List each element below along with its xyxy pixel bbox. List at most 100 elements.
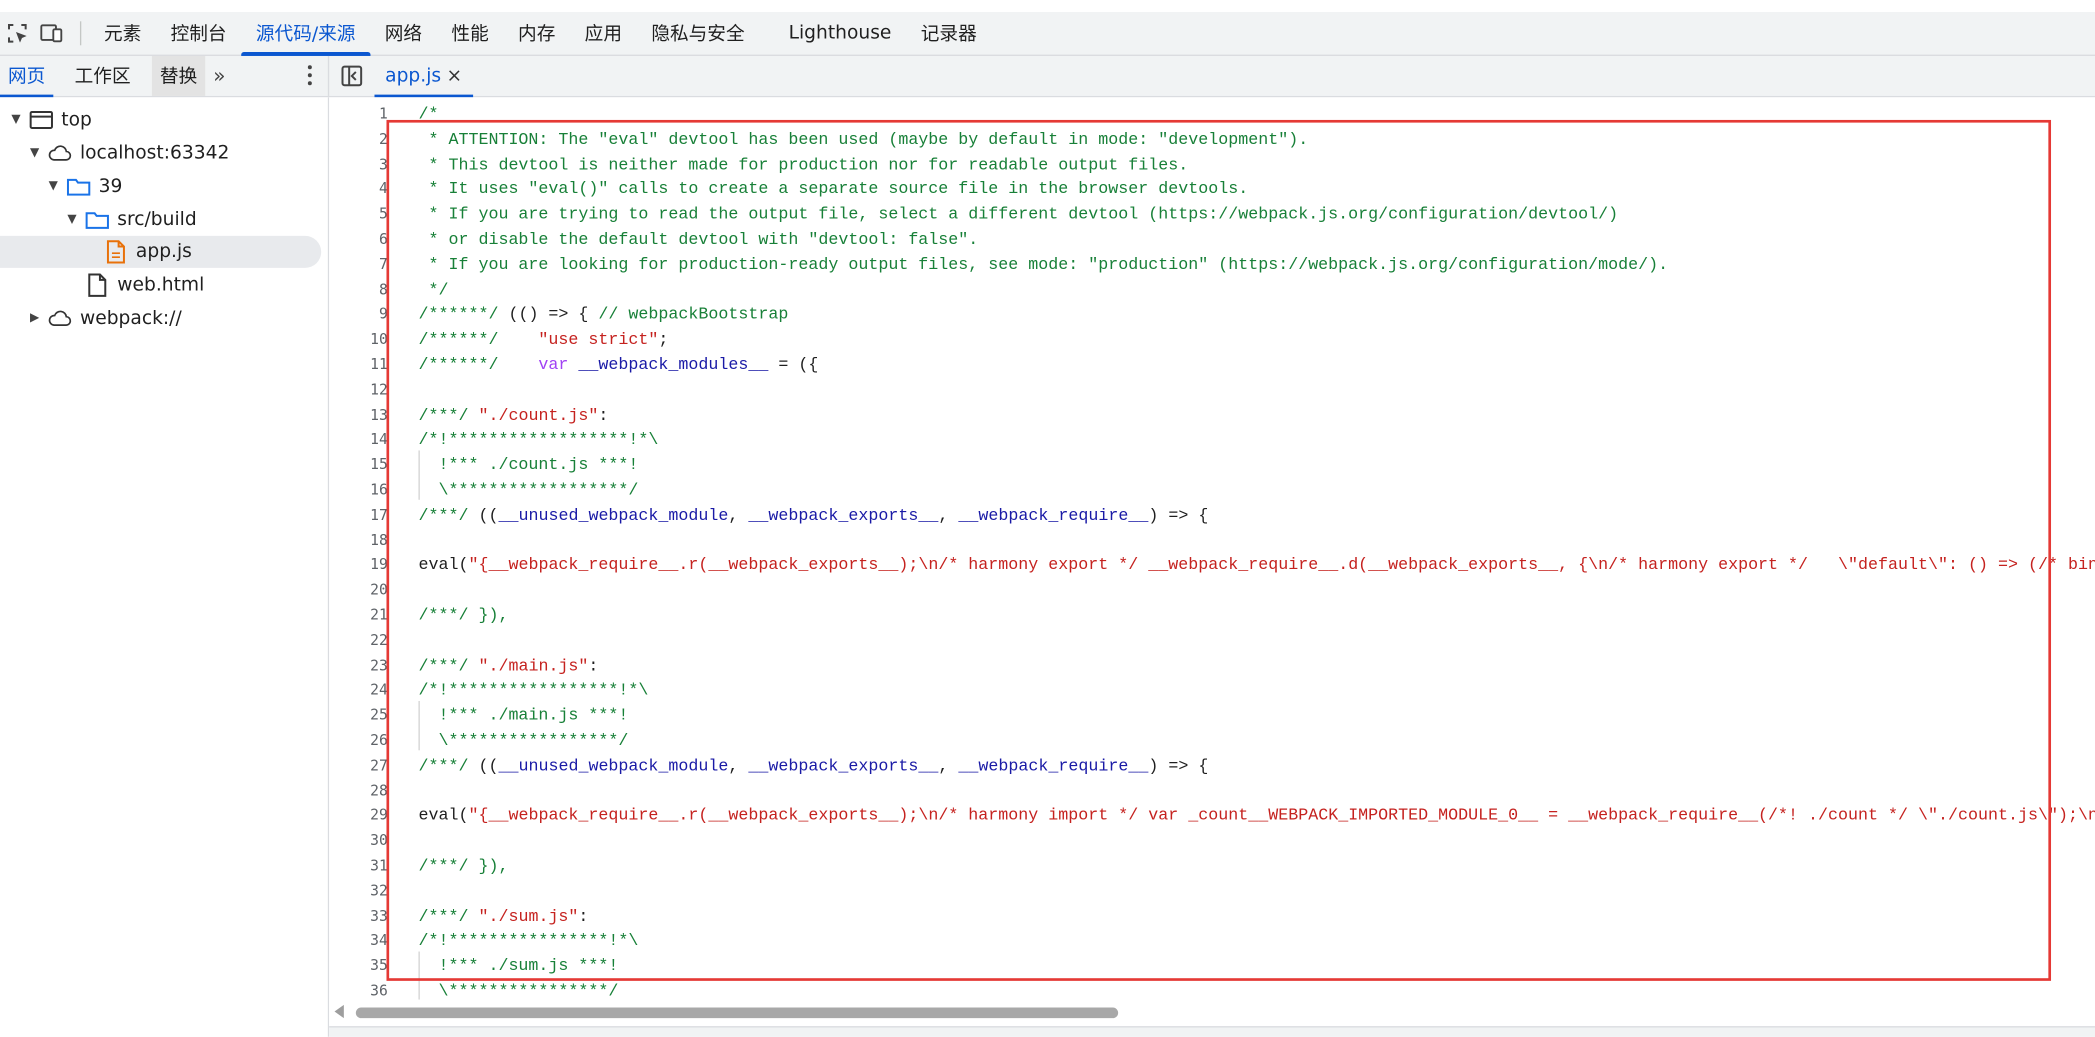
line-number[interactable]: 29 xyxy=(329,804,388,829)
tree-item-localhost[interactable]: ▼ localhost:63342 xyxy=(0,137,321,169)
line-number[interactable]: 30 xyxy=(329,829,388,854)
line-number[interactable]: 2 xyxy=(329,128,388,153)
tab-overrides[interactable]: 替换 xyxy=(151,55,206,96)
code-line[interactable]: /*!******************!*\ xyxy=(418,428,658,453)
code-editor[interactable]: 1 2 3 4 5 6 7 8 9 10 11 12 13 14 15 16 17 18 19 20 21 22 23 24 2… xyxy=(329,97,2095,1037)
inspect-element-icon[interactable] xyxy=(0,12,35,55)
line-number[interactable]: 21 xyxy=(329,604,388,629)
scrollbar-thumb[interactable] xyxy=(355,1007,1119,1019)
tree-item-webpack[interactable]: ▶ webpack:// xyxy=(0,303,321,335)
expand-arrow-icon[interactable]: ▼ xyxy=(27,147,43,160)
line-number[interactable]: 28 xyxy=(329,779,388,804)
close-tab-icon[interactable]: × xyxy=(446,65,462,86)
line-number[interactable]: 13 xyxy=(329,403,388,428)
line-number[interactable]: 5 xyxy=(329,203,388,228)
line-number[interactable]: 12 xyxy=(329,378,388,403)
code-line[interactable]: * If you are looking for production-read… xyxy=(418,253,1668,278)
code-line[interactable]: eval("{__webpack_require__.r(__webpack_e… xyxy=(418,804,2095,829)
code-line[interactable]: * This devtool is neither made for produ… xyxy=(418,153,1188,178)
line-number[interactable]: 35 xyxy=(329,954,388,979)
line-number[interactable]: 4 xyxy=(329,178,388,203)
expand-arrow-icon[interactable]: ▼ xyxy=(45,180,61,193)
code-line[interactable]: !*** ./main.js ***! xyxy=(418,704,628,729)
tab-network[interactable]: 网络 xyxy=(370,12,437,55)
more-options-icon[interactable] xyxy=(307,65,313,89)
horizontal-scrollbar[interactable] xyxy=(329,999,2095,1024)
scroll-left-arrow-icon[interactable] xyxy=(334,1004,344,1019)
tab-page[interactable]: 网页 xyxy=(0,56,54,98)
tree-item-top[interactable]: ▼ top xyxy=(0,104,321,136)
code-line[interactable]: /***/ }), xyxy=(418,854,508,879)
expand-arrow-icon[interactable]: ▼ xyxy=(8,113,24,126)
editor-tab-app-js[interactable]: app.js × xyxy=(374,56,473,98)
line-number[interactable]: 33 xyxy=(329,904,388,929)
code-line[interactable]: /*!****************!*\ xyxy=(418,929,638,954)
line-number[interactable]: 31 xyxy=(329,854,388,879)
line-number[interactable]: 6 xyxy=(329,228,388,253)
expand-arrow-icon[interactable]: ▼ xyxy=(64,213,80,226)
code-line[interactable]: /***/ }), xyxy=(418,604,508,629)
tree-item-src-build[interactable]: ▼ src/build xyxy=(0,204,321,236)
line-number[interactable]: 23 xyxy=(329,654,388,679)
tab-elements[interactable]: 元素 xyxy=(89,12,156,55)
tree-item-web-html[interactable]: web.html xyxy=(0,269,321,301)
code-line[interactable]: /******/ (() => { // webpackBootstrap xyxy=(418,303,788,328)
code-line[interactable]: * ATTENTION: The "eval" devtool has been… xyxy=(418,128,1308,153)
line-number[interactable]: 15 xyxy=(329,453,388,478)
line-number[interactable]: 26 xyxy=(329,729,388,754)
code-line[interactable]: /******/ var __webpack_modules__ = ({ xyxy=(418,353,818,378)
toggle-navigator-icon[interactable] xyxy=(340,64,364,93)
line-number[interactable]: 16 xyxy=(329,478,388,503)
line-number[interactable]: 18 xyxy=(329,529,388,554)
tab-lighthouse[interactable]: Lighthouse xyxy=(774,12,906,55)
line-number[interactable]: 14 xyxy=(329,428,388,453)
tree-item-folder-39[interactable]: ▼ 39 xyxy=(0,171,321,203)
code-line[interactable]: /***/ "./main.js": xyxy=(418,654,598,679)
line-number[interactable]: 34 xyxy=(329,929,388,954)
code-line[interactable]: /***/ "./count.js": xyxy=(418,403,608,428)
code-line[interactable]: \*****************/ xyxy=(418,729,628,754)
code-line[interactable]: /***/ ((__unused_webpack_module, __webpa… xyxy=(418,754,1208,779)
tab-privacy-security[interactable]: 隐私与安全 xyxy=(637,12,774,55)
code-line[interactable]: * If you are trying to read the output f… xyxy=(418,203,1618,228)
collapse-arrow-icon[interactable]: ▶ xyxy=(27,312,43,325)
tab-memory[interactable]: 内存 xyxy=(503,12,570,55)
line-number[interactable]: 19 xyxy=(329,554,388,579)
line-number[interactable]: 25 xyxy=(329,704,388,729)
code-line[interactable]: \******************/ xyxy=(418,478,638,503)
code-line[interactable]: /***/ "./sum.js": xyxy=(418,904,588,929)
line-number[interactable]: 1 xyxy=(329,103,388,128)
tab-console[interactable]: 控制台 xyxy=(156,12,241,55)
device-toolbar-icon[interactable] xyxy=(35,12,70,55)
more-tabs-chevron-icon[interactable]: » xyxy=(205,64,233,88)
code-line[interactable]: eval("{__webpack_require__.r(__webpack_e… xyxy=(418,554,2095,579)
line-number[interactable]: 11 xyxy=(329,353,388,378)
tab-performance[interactable]: 性能 xyxy=(437,12,504,55)
line-number[interactable]: 20 xyxy=(329,579,388,604)
line-number[interactable]: 27 xyxy=(329,754,388,779)
code-line[interactable]: * It uses "eval()" calls to create a sep… xyxy=(418,178,1248,203)
code-line[interactable]: */ xyxy=(418,278,448,303)
tab-sources[interactable]: 源代码/来源 xyxy=(241,12,370,56)
tab-workspace[interactable]: 工作区 xyxy=(67,56,139,96)
tab-application[interactable]: 应用 xyxy=(570,12,637,55)
code-line[interactable]: !*** ./count.js ***! xyxy=(418,453,638,478)
line-number[interactable]: 32 xyxy=(329,879,388,904)
line-number[interactable]: 22 xyxy=(329,629,388,654)
code-line[interactable]: /*!*****************!*\ xyxy=(418,679,648,704)
line-number[interactable]: 8 xyxy=(329,278,388,303)
code-line[interactable]: !*** ./sum.js ***! xyxy=(418,954,618,979)
tree-item-app-js[interactable]: app.js xyxy=(0,235,322,268)
code-line[interactable]: /* xyxy=(418,103,438,128)
line-number[interactable]: 24 xyxy=(329,679,388,704)
editor-tab-label[interactable]: app.js xyxy=(385,65,441,86)
code-line[interactable]: * or disable the default devtool with "d… xyxy=(418,228,978,253)
line-number[interactable]: 7 xyxy=(329,253,388,278)
line-number[interactable]: 10 xyxy=(329,328,388,353)
code-line[interactable]: /******/ "use strict"; xyxy=(418,328,668,353)
line-number[interactable]: 9 xyxy=(329,303,388,328)
tab-recorder[interactable]: 记录器 xyxy=(906,12,991,55)
code-line[interactable]: /***/ ((__unused_webpack_module, __webpa… xyxy=(418,503,1208,528)
line-number[interactable]: 17 xyxy=(329,503,388,528)
line-number[interactable]: 3 xyxy=(329,153,388,178)
